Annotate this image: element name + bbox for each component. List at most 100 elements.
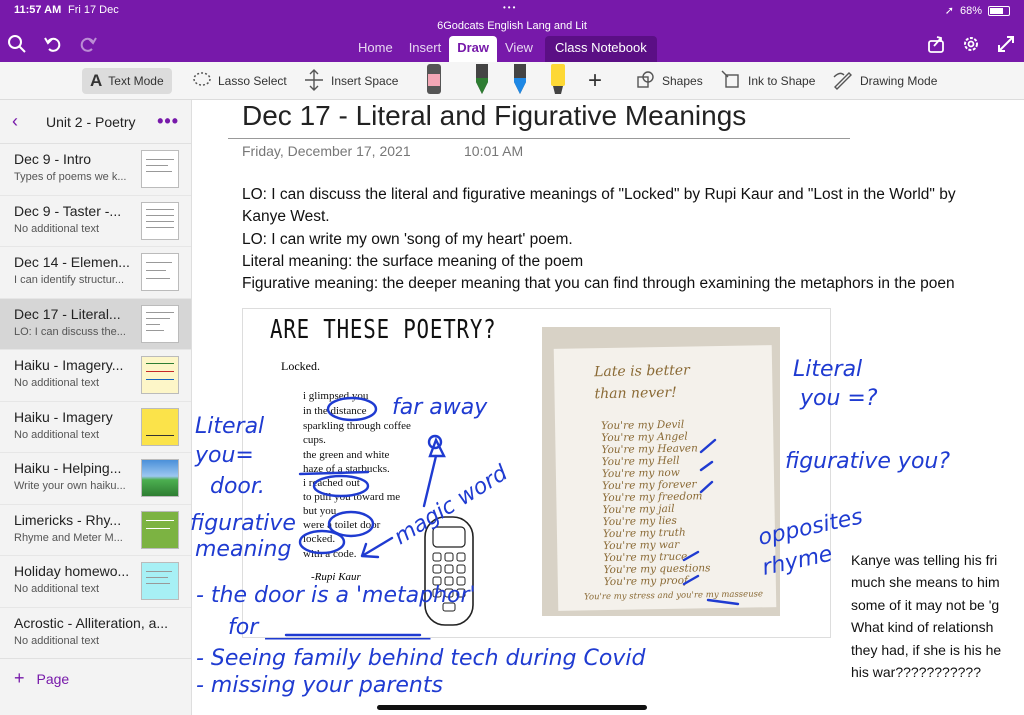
letter-line: You're my stress and you're my masseuse	[583, 589, 764, 603]
section-header: ‹ Unit 2 - Poetry •••	[0, 100, 191, 144]
letter-line: Late is better	[594, 362, 690, 381]
learning-objective-line-2[interactable]: Kanye West.	[242, 208, 330, 226]
poem-line: to pull you toward me	[303, 491, 401, 503]
lasso-select-button[interactable]: Lasso Select	[192, 68, 287, 94]
add-pen-icon[interactable]: +	[588, 67, 602, 94]
page-item-holiday-homework[interactable]: Holiday homewo... No additional text	[0, 556, 191, 608]
keypad-phone-drawing	[423, 515, 475, 632]
kanye-note-line[interactable]: some of it may not be 'g	[851, 597, 999, 613]
page-item-limericks[interactable]: Limericks - Rhy... Rhyme and Meter M...	[0, 505, 191, 556]
location-icon: ➚	[944, 5, 954, 17]
figurative-meaning-definition[interactable]: Figurative meaning: the deeper meaning t…	[242, 275, 955, 293]
poem-line: i glimpsed you	[303, 390, 369, 402]
status-date: Fri 17 Dec	[68, 4, 119, 16]
poem-line: with a code.	[303, 548, 357, 560]
page-thumbnail	[141, 562, 179, 600]
page-thumbnail	[141, 201, 179, 240]
page-item-subtitle: No additional text	[14, 634, 99, 647]
shapes-label: Shapes	[662, 74, 703, 88]
section-title: Unit 2 - Poetry	[46, 113, 136, 130]
poetry-worksheet-image[interactable]: ARE THESE POETRY? Locked. i glimpsed you…	[242, 308, 831, 638]
drawing-mode-label: Drawing Mode	[860, 74, 938, 88]
blue-pen-icon[interactable]	[510, 64, 530, 96]
text-mode-button[interactable]: A Text Mode	[82, 68, 172, 94]
page-item-dec9-intro[interactable]: Dec 9 - Intro Types of poems we k...	[0, 144, 191, 196]
page-item-acrostic[interactable]: Acrostic - Alliteration, a... No additio…	[0, 608, 191, 659]
page-item-dec9-taster[interactable]: Dec 9 - Taster -... No additional text	[0, 196, 191, 247]
page-time: 10:01 AM	[464, 143, 524, 159]
expand-icon[interactable]	[995, 34, 1017, 56]
learning-objective-line-3[interactable]: LO: I can write my own 'song of my heart…	[242, 231, 573, 249]
poem-line: haze of a starbucks.	[303, 463, 390, 475]
handwritten-letter-photo: Late is better than never! You're my Dev…	[542, 327, 780, 616]
poem-line: were a toilet door	[303, 519, 381, 531]
page-item-haiku-imagery-1[interactable]: Haiku - Imagery... No additional text	[0, 350, 191, 402]
kanye-note-line[interactable]: What kind of relationsh	[851, 619, 993, 635]
page-title[interactable]: Dec 17 - Literal and Figurative Meanings	[242, 100, 746, 132]
poem-title: Locked.	[281, 359, 320, 373]
page-thumbnail	[141, 459, 179, 497]
text-mode-label: Text Mode	[108, 74, 164, 88]
insert-space-button[interactable]: Insert Space	[303, 68, 398, 94]
poem-line: locked.	[303, 533, 336, 545]
kanye-note-line[interactable]: much she means to him	[851, 574, 1000, 590]
battery-percent: 68%	[959, 4, 982, 17]
redo-icon[interactable]	[77, 34, 99, 56]
letter-line: than never!	[594, 384, 677, 403]
shapes-button[interactable]: Shapes	[636, 68, 703, 94]
page-item-title: Limericks - Rhy...	[14, 511, 122, 528]
letter-line: You're my Heaven	[601, 442, 698, 457]
letter-line: You're my freedom	[602, 490, 703, 505]
page-item-title: Holiday homewo...	[14, 563, 130, 579]
drawing-mode-button[interactable]: Drawing Mode	[832, 68, 937, 94]
kanye-note-line[interactable]: Kanye was telling his fri	[851, 552, 997, 568]
tab-home[interactable]: Home	[350, 36, 401, 62]
literal-meaning-definition[interactable]: Literal meaning: the surface meaning of …	[242, 253, 583, 271]
learning-objective-line-1[interactable]: LO: I can discuss the literal and figura…	[242, 186, 956, 204]
kanye-note-line[interactable]: his war???????????	[851, 664, 981, 680]
green-pen-icon[interactable]	[472, 64, 492, 96]
lasso-icon	[192, 70, 212, 93]
poem-author: -Rupi Kaur	[311, 571, 361, 583]
undo-icon[interactable]	[42, 34, 64, 56]
tab-view[interactable]: View	[497, 36, 541, 62]
tab-insert[interactable]: Insert	[401, 36, 450, 62]
share-icon[interactable]	[925, 34, 947, 56]
search-icon[interactable]	[6, 34, 28, 56]
status-time: 11:57 AM	[14, 4, 62, 16]
tab-draw[interactable]: Draw	[449, 36, 497, 62]
home-indicator[interactable]	[377, 705, 647, 710]
poem-line: sparkling through coffee	[303, 420, 411, 432]
page-date: Friday, December 17, 2021	[242, 143, 411, 159]
poem-line: but you	[303, 505, 337, 517]
page-thumbnail	[141, 253, 179, 291]
more-options-icon[interactable]: •••	[157, 111, 179, 132]
insert-space-label: Insert Space	[331, 74, 399, 88]
page-item-subtitle: I can identify structur...	[14, 274, 125, 286]
page-item-subtitle: LO: I can discuss the...	[14, 325, 126, 338]
kanye-note-line[interactable]: they had, if she is his he	[851, 642, 1001, 658]
notebook-title: 6Godcats English Lang and Lit	[437, 20, 587, 32]
gear-icon[interactable]	[960, 34, 982, 56]
pink-highlighter-icon[interactable]	[424, 64, 444, 96]
tab-class-notebook[interactable]: Class Notebook	[544, 36, 657, 62]
page-item-subtitle: No additional text	[14, 583, 99, 595]
page-item-title: Acrostic - Alliteration, a...	[14, 614, 169, 631]
draw-ribbon: A Text Mode Lasso Select Insert Space + …	[0, 62, 1024, 100]
page-item-dec14-elements[interactable]: Dec 14 - Elemen... I can identify struct…	[0, 247, 191, 299]
lasso-select-label: Lasso Select	[218, 74, 287, 88]
page-canvas[interactable]: Dec 17 - Literal and Figurative Meanings…	[192, 100, 1024, 715]
page-item-haiku-helping[interactable]: Haiku - Helping... Write your own haiku.…	[0, 453, 191, 505]
ink-to-shape-button[interactable]: Ink to Shape	[720, 68, 815, 94]
multitasking-dots-icon[interactable]: •••	[503, 3, 517, 12]
text-cursor-icon: A	[90, 71, 103, 90]
page-item-haiku-imagery-2[interactable]: Haiku - Imagery No additional text	[0, 402, 191, 453]
letter-line: You're my questions	[603, 562, 711, 577]
poem-line: the green and white	[303, 449, 390, 461]
yellow-highlighter-icon[interactable]	[548, 64, 568, 96]
page-item-dec17-literal[interactable]: Dec 17 - Literal... LO: I can discuss th…	[0, 298, 191, 350]
page-item-subtitle: No additional text	[14, 377, 99, 389]
back-chevron-icon[interactable]: ‹	[12, 111, 42, 132]
page-item-title: Haiku - Imagery...	[14, 357, 124, 373]
add-page-button[interactable]: + Page	[0, 658, 191, 698]
